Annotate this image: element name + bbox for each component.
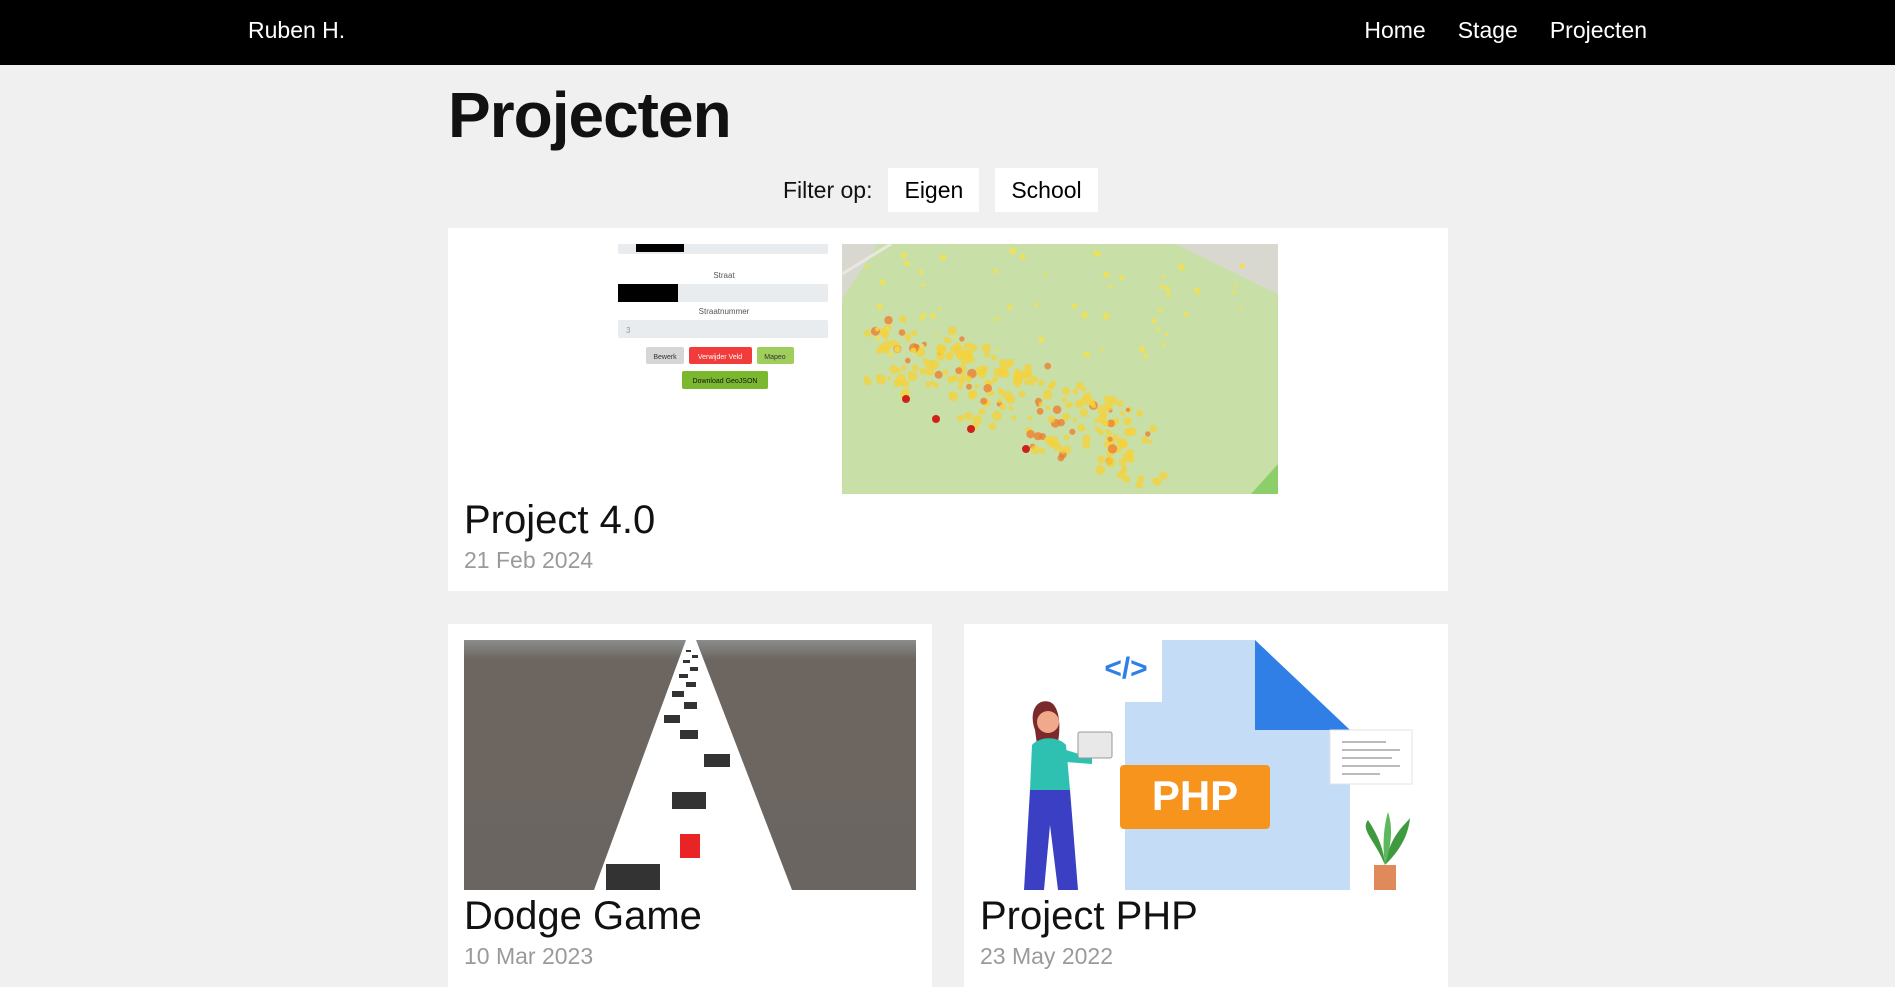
filter-bar: Filter op: Eigen School [783, 168, 1098, 212]
nav-link-stage[interactable]: Stage [1458, 17, 1518, 44]
form-button-download: Download GeoJSON [693, 378, 758, 385]
form-button-mapeo: Mapeo [764, 354, 786, 361]
php-badge: PHP [1152, 772, 1238, 819]
project-4-thumbnail: Straat Straatnummer 3 Bewerk Verwijder V… [616, 244, 1278, 494]
project-date: 10 Mar 2023 [464, 943, 594, 969]
project-title: Dodge Game [464, 894, 702, 938]
nav-link-projecten[interactable]: Projecten [1550, 17, 1647, 44]
project-php-thumbnail: </> PHP [980, 640, 1432, 890]
project-card-dodge-game[interactable]: Dodge Game 10 Mar 2023 [448, 624, 932, 987]
page-title: Projecten [448, 79, 732, 151]
project-title: Project PHP [980, 894, 1198, 938]
nav-links: Home Stage Projecten [1364, 17, 1647, 44]
form-button-bewerk: Bewerk [653, 354, 677, 361]
form-button-verwijder: Verwijder Veld [698, 354, 742, 361]
form-label-straatnummer: Straatnummer [699, 307, 750, 316]
project-card-project-4[interactable]: Straat Straatnummer 3 Bewerk Verwijder V… [448, 228, 1448, 591]
brand-link[interactable]: Ruben H. [248, 17, 345, 44]
project-title: Project 4.0 [464, 498, 656, 542]
filter-school-button[interactable]: School [995, 168, 1098, 212]
code-tag-icon: </> [1104, 652, 1147, 685]
project-date: 21 Feb 2024 [464, 547, 594, 573]
svg-text:3: 3 [626, 326, 631, 335]
dodge-game-thumbnail [464, 640, 916, 890]
project-date: 23 May 2022 [980, 943, 1113, 969]
form-label-straat: Straat [713, 271, 735, 280]
navbar: Ruben H. Home Stage Projecten [0, 0, 1895, 65]
nav-link-home[interactable]: Home [1364, 17, 1425, 44]
filter-label: Filter op: [783, 176, 873, 203]
filter-eigen-button[interactable]: Eigen [888, 168, 980, 212]
project-card-project-php[interactable]: </> PHP Project PHP 23 May 2022 [964, 624, 1448, 987]
